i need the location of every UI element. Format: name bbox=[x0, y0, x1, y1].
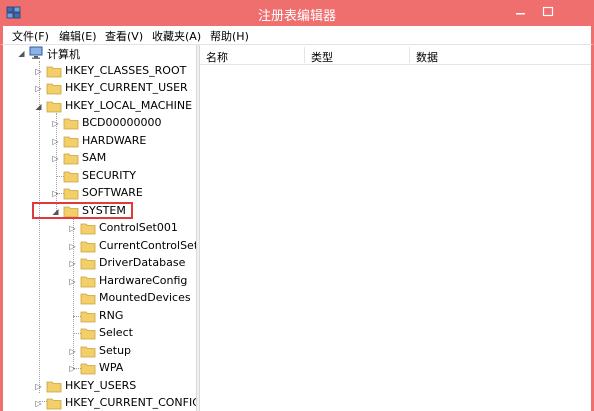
menu-edit[interactable]: 编辑(E) bbox=[59, 28, 97, 44]
folder-icon bbox=[63, 153, 79, 165]
expand-arrow-icon[interactable]: ▷ bbox=[68, 347, 77, 356]
tree-node-sam[interactable]: ▷ SAM bbox=[51, 150, 196, 167]
column-header-name[interactable]: 名称 bbox=[206, 49, 228, 65]
expand-arrow-icon[interactable]: ▷ bbox=[51, 119, 60, 128]
tree-node-computer[interactable]: ◢ 计算机 bbox=[17, 45, 187, 62]
folder-icon bbox=[46, 381, 62, 393]
list-header: 名称 类型 数据 bbox=[200, 45, 591, 65]
tree-node-software[interactable]: ▷ SOFTWARE bbox=[51, 185, 196, 202]
values-list[interactable]: 名称 类型 数据 bbox=[200, 45, 591, 411]
tree-node-label: MountedDevices bbox=[99, 291, 191, 304]
menu-view[interactable]: 查看(V) bbox=[105, 28, 143, 44]
expand-arrow-icon[interactable]: ▷ bbox=[34, 84, 43, 93]
folder-icon bbox=[80, 258, 96, 270]
tree-node-wpa[interactable]: ▷ WPA bbox=[68, 360, 196, 377]
collapse-arrow-icon[interactable]: ◢ bbox=[34, 102, 43, 111]
tree-node-label: CurrentControlSet bbox=[99, 239, 196, 252]
folder-icon bbox=[46, 398, 62, 410]
tree-node-hku[interactable]: ▷ HKEY_USERS bbox=[34, 378, 196, 395]
expand-arrow-icon[interactable]: ▷ bbox=[68, 242, 77, 251]
minimize-icon[interactable] bbox=[508, 2, 532, 22]
tree-node-hardwareconfig[interactable]: ▷ HardwareConfig bbox=[68, 273, 196, 290]
folder-icon bbox=[80, 293, 96, 305]
menu-help[interactable]: 帮助(H) bbox=[210, 28, 249, 44]
tree-node-label: HARDWARE bbox=[82, 134, 147, 147]
tree-node-mounteddevices[interactable]: MountedDevices bbox=[68, 290, 196, 307]
expand-arrow-icon[interactable]: ▷ bbox=[34, 382, 43, 391]
menu-bar: 文件(F) 编辑(E) 查看(V) 收藏夹(A) 帮助(H) bbox=[0, 26, 594, 45]
expand-arrow-icon[interactable]: ▷ bbox=[51, 154, 60, 163]
key-tree[interactable]: ◢ 计算机 ▷ HKEY_CLASSES_ROOT ▷ HKEY_CURRENT… bbox=[3, 45, 196, 411]
tree-node-setup[interactable]: ▷ Setup bbox=[68, 343, 196, 360]
window-title: 注册表编辑器 bbox=[257, 9, 336, 24]
column-divider[interactable] bbox=[409, 47, 410, 63]
tree-node-hardware[interactable]: ▷ HARDWARE bbox=[51, 133, 196, 150]
folder-icon bbox=[63, 118, 79, 130]
tree-node-driverdatabase[interactable]: ▷ DriverDatabase bbox=[68, 255, 196, 272]
folder-icon bbox=[80, 346, 96, 358]
maximize-icon[interactable] bbox=[536, 2, 560, 22]
tree-node-hklm[interactable]: ◢ HKEY_LOCAL_MACHINE bbox=[34, 98, 196, 115]
folder-icon bbox=[80, 223, 96, 235]
folder-icon bbox=[63, 136, 79, 148]
expand-arrow-icon[interactable]: ▷ bbox=[68, 224, 77, 233]
folder-icon bbox=[63, 188, 79, 200]
expand-arrow-icon[interactable]: ▷ bbox=[51, 189, 60, 198]
collapse-arrow-icon[interactable]: ◢ bbox=[17, 49, 26, 58]
menu-file[interactable]: 文件(F) bbox=[12, 28, 49, 44]
tree-node-label: SAM bbox=[82, 151, 107, 164]
tree-node-label: HKEY_CURRENT_USER bbox=[65, 81, 188, 94]
menu-favorites[interactable]: 收藏夹(A) bbox=[152, 28, 201, 44]
tree-node-label: DriverDatabase bbox=[99, 256, 186, 269]
tree-node-currentcontrolset[interactable]: ▷ CurrentControlSet bbox=[68, 238, 196, 255]
tree-node-label: WPA bbox=[99, 361, 124, 374]
tree-node-hkcu[interactable]: ▷ HKEY_CURRENT_USER bbox=[34, 80, 196, 97]
folder-icon bbox=[46, 66, 62, 78]
expand-arrow-icon[interactable]: ▷ bbox=[68, 364, 77, 373]
folder-icon bbox=[80, 276, 96, 288]
tree-node-label: HKEY_CLASSES_ROOT bbox=[65, 64, 187, 77]
tree-node-label: 计算机 bbox=[47, 48, 80, 61]
tree-node-controlset001[interactable]: ▷ ControlSet001 bbox=[68, 220, 196, 237]
folder-icon bbox=[80, 311, 96, 323]
tree-node-select[interactable]: Select bbox=[68, 325, 196, 342]
tree-node-label: HKEY_CURRENT_CONFIG bbox=[65, 396, 196, 409]
folder-icon bbox=[80, 241, 96, 253]
expand-arrow-icon[interactable]: ▷ bbox=[68, 277, 77, 286]
folder-icon bbox=[80, 363, 96, 375]
title-bar[interactable]: 注册表编辑器 bbox=[0, 0, 594, 26]
tree-node-label: BCD00000000 bbox=[82, 116, 162, 129]
folder-icon bbox=[46, 83, 62, 95]
folder-icon bbox=[80, 328, 96, 340]
tree-node-label: SECURITY bbox=[82, 169, 136, 182]
column-header-type[interactable]: 类型 bbox=[311, 49, 333, 65]
folder-icon bbox=[63, 171, 79, 183]
folder-open-icon bbox=[46, 101, 62, 113]
column-divider[interactable] bbox=[304, 47, 305, 63]
tree-node-label: HKEY_LOCAL_MACHINE bbox=[65, 99, 193, 112]
tree-node-hkcr[interactable]: ▷ HKEY_CLASSES_ROOT bbox=[34, 63, 196, 80]
column-header-data[interactable]: 数据 bbox=[416, 49, 438, 65]
tree-node-rng[interactable]: RNG bbox=[68, 308, 196, 325]
tree-node-label: ControlSet001 bbox=[99, 221, 178, 234]
tree-node-bcd[interactable]: ▷ BCD00000000 bbox=[51, 115, 196, 132]
expand-arrow-icon[interactable]: ▷ bbox=[34, 399, 43, 408]
tree-node-label: Select bbox=[99, 326, 133, 339]
tree-node-label: HardwareConfig bbox=[99, 274, 188, 287]
computer-icon bbox=[29, 46, 43, 59]
expand-arrow-icon[interactable]: ▷ bbox=[51, 137, 60, 146]
tree-node-hkcc[interactable]: ▷ HKEY_CURRENT_CONFIG bbox=[34, 395, 196, 411]
expand-arrow-icon[interactable]: ▷ bbox=[34, 67, 43, 76]
tree-node-label: Setup bbox=[99, 344, 132, 357]
tree-node-label: HKEY_USERS bbox=[65, 379, 137, 392]
expand-arrow-icon[interactable]: ▷ bbox=[68, 259, 77, 268]
tree-node-security[interactable]: SECURITY bbox=[51, 168, 196, 185]
tree-node-label: SOFTWARE bbox=[82, 186, 143, 199]
selection-highlight-box bbox=[32, 202, 133, 219]
tree-node-label: RNG bbox=[99, 309, 124, 322]
